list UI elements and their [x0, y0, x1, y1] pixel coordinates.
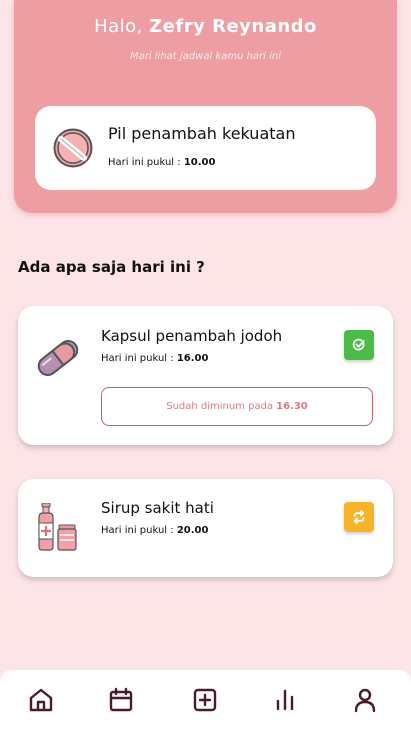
taken-status-button[interactable] — [344, 330, 374, 360]
pill-icon — [53, 128, 93, 168]
section-title: Ada apa saja hari ini ? — [18, 258, 205, 276]
next-dose-time: Hari ini pukul : 10.00 — [108, 157, 215, 168]
time-value: 16.00 — [176, 353, 209, 364]
header-banner: Halo, Zefry Reynando Mari lihat jadwal k… — [14, 0, 397, 213]
schedule-time: Hari ini pukul : 20.00 — [101, 525, 208, 536]
stats-icon — [276, 689, 294, 711]
schedule-time: Hari ini pukul : 16.00 — [101, 353, 208, 364]
next-dose-card[interactable]: Pil penambah kekuatan Hari ini pukul : 1… — [35, 106, 376, 190]
time-label: Hari ini pukul : — [101, 525, 174, 536]
profile-icon — [354, 688, 376, 713]
nav-stats[interactable] — [272, 687, 298, 713]
time-label: Hari ini pukul : — [101, 353, 174, 364]
schedule-card[interactable]: Kapsul penambah jodoh Hari ini pukul : 1… — [18, 306, 393, 445]
nav-add[interactable] — [192, 687, 218, 713]
greeting-prefix: Halo, — [94, 16, 143, 37]
capsule-icon — [37, 339, 79, 377]
taken-info: Sudah diminum pada 16.30 — [101, 387, 373, 426]
greeting: Halo, Zefry Reynando — [14, 16, 397, 37]
taken-label: Sudah diminum pada — [166, 401, 274, 412]
time-label: Hari ini pukul : — [108, 157, 181, 168]
time-value: 10.00 — [183, 157, 216, 168]
schedule-card[interactable]: Sirup sakit hati Hari ini pukul : 20.00 — [18, 479, 393, 577]
nav-profile[interactable] — [352, 687, 378, 713]
syrup-bottle-icon — [38, 503, 77, 551]
nav-calendar[interactable] — [108, 687, 134, 713]
user-name: Zefry Reynando — [149, 16, 317, 37]
header-subtitle: Mari lihat jadwal kamu hari ini — [129, 51, 282, 62]
schedule-title: Kapsul penambah jodoh — [101, 327, 283, 345]
time-value: 20.00 — [176, 525, 209, 536]
taken-time: 16.30 — [276, 401, 308, 412]
repeat-icon — [353, 510, 365, 524]
check-icon — [352, 338, 365, 351]
home-icon — [29, 688, 53, 712]
add-square-icon — [193, 688, 217, 712]
bottom-navigation — [0, 670, 411, 731]
schedule-title: Sirup sakit hati — [101, 499, 214, 517]
calendar-icon — [109, 687, 133, 712]
next-dose-title: Pil penambah kekuatan — [108, 124, 296, 143]
repeat-status-button[interactable] — [344, 502, 374, 532]
nav-home[interactable] — [28, 687, 54, 713]
